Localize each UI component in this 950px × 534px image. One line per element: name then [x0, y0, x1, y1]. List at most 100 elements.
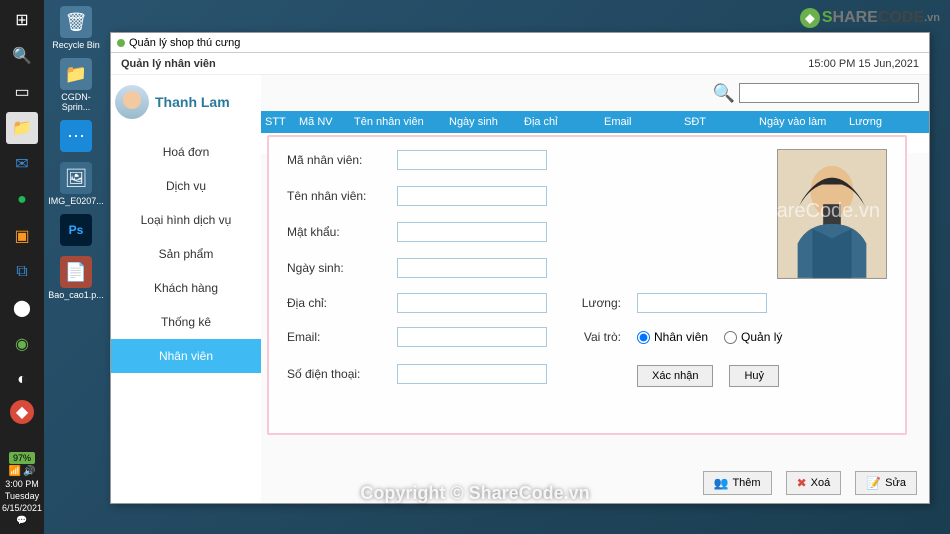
taskbar-sublime-icon[interactable]: ▣: [6, 220, 38, 252]
radio-quanly[interactable]: Quản lý: [724, 330, 782, 344]
desktop-icon-folder[interactable]: 📁CGDN-Sprin...: [48, 56, 104, 114]
delete-button[interactable]: ✖Xoá: [786, 471, 842, 495]
employee-form-dialog: Mã nhân viên: Tên nhân viên: Mật khẩu: N…: [267, 135, 907, 435]
app-icon: ⋯: [60, 120, 92, 152]
th-email: Email: [600, 116, 680, 128]
sidebar-item-khachhang[interactable]: Khách hàng: [111, 271, 261, 305]
desktop-icon-doc[interactable]: 📄 Bao_cao1.p...: [48, 254, 104, 302]
label-vaitro: Vai trò:: [584, 330, 627, 344]
taskbar-time[interactable]: 3:00 PM: [5, 479, 39, 489]
taskbar-app-icon[interactable]: ◉: [6, 328, 38, 360]
input-mk[interactable]: [397, 222, 547, 242]
label-dc: Địa chỉ:: [287, 296, 387, 310]
desktop-icon-app[interactable]: ⋯: [48, 118, 104, 156]
taskbar: ⊞ 🔍 ▭ 📁 ✉ ● ▣ ⧉ ⬤ ◉ ◐ ◆ 97% 📶🔊 3:00 PM T…: [0, 0, 44, 534]
volume-icon: 🔊: [23, 466, 35, 477]
search-input[interactable]: [739, 83, 919, 103]
add-button[interactable]: 👥Thêm: [703, 471, 772, 495]
taskbar-app-icon[interactable]: ◆: [10, 400, 34, 424]
action-buttons: 👥Thêm ✖Xoá 📝Sửa: [703, 471, 918, 495]
wifi-icon: 📶: [9, 466, 21, 477]
window-icon: [117, 39, 125, 47]
sidebar-item-thongke[interactable]: Thống kê: [111, 305, 261, 339]
search-icon[interactable]: 🔍: [713, 83, 735, 104]
user-name: Thanh Lam: [155, 94, 230, 110]
photoshop-icon: Ps: [60, 214, 92, 246]
taskbar-spotify-icon[interactable]: ●: [6, 184, 38, 216]
th-luong: Lương: [845, 116, 929, 128]
th-manv: Mã NV: [295, 116, 350, 128]
folder-icon: 📁: [60, 58, 92, 90]
desktop-icon-label: Recycle Bin: [52, 40, 100, 50]
main-panel: 🔍 STT Mã NV Tên nhân viên Ngày sinh Địa …: [261, 75, 929, 503]
app-window: Quản lý shop thú cưng Quản lý nhân viên …: [110, 32, 930, 504]
window-title: Quản lý shop thú cưng: [129, 37, 240, 49]
desktop-icon-label: IMG_E0207...: [48, 196, 104, 206]
desktop-icon-label: Bao_cao1.p...: [48, 290, 104, 300]
label-mk: Mật khẩu:: [287, 225, 387, 239]
input-luong[interactable]: [637, 293, 767, 313]
header-datetime: 15:00 PM 15 Jun,2021: [808, 58, 919, 70]
label-ten: Tên nhân viên:: [287, 189, 387, 203]
taskbar-date: 6/15/2021: [2, 503, 42, 513]
input-ten[interactable]: [397, 186, 547, 206]
table-header: STT Mã NV Tên nhân viên Ngày sinh Địa ch…: [261, 111, 929, 133]
input-ns[interactable]: [397, 258, 547, 278]
input-ma[interactable]: [397, 150, 547, 170]
th-stt: STT: [261, 116, 295, 128]
edit-icon: 📝: [866, 476, 881, 490]
taskbar-app-icon[interactable]: ⬤: [6, 292, 38, 324]
avatar-icon: [115, 85, 149, 119]
add-icon: 👥: [714, 476, 729, 490]
header-row: Quản lý nhân viên 15:00 PM 15 Jun,2021: [111, 53, 929, 75]
tray-icons[interactable]: 📶🔊: [9, 466, 36, 477]
desktop-icons: 🗑 Recycle Bin 📁CGDN-Sprin... ⋯ 🖼 IMG_E0207…: [48, 4, 104, 302]
taskbar-search-icon[interactable]: 🔍: [6, 40, 38, 72]
user-block: Thanh Lam: [111, 75, 261, 129]
image-icon: 🖼: [60, 162, 92, 194]
recycle-bin-icon: 🗑: [60, 6, 92, 38]
input-email[interactable]: [397, 327, 547, 347]
sidebar-item-hoadon[interactable]: Hoá đơn: [111, 135, 261, 169]
label-ns: Ngày sinh:: [287, 261, 387, 275]
sidebar-menu: Hoá đơn Dịch vụ Loại hình dịch vụ Sản ph…: [111, 135, 261, 373]
taskbar-vscode-icon[interactable]: ⧉: [6, 256, 38, 288]
th-diachi: Địa chỉ: [520, 116, 600, 128]
sidebar-item-nhanvien[interactable]: Nhân viên: [111, 339, 261, 373]
sidebar-item-loaihinh[interactable]: Loại hình dịch vụ: [111, 203, 261, 237]
employee-photo[interactable]: [777, 149, 887, 279]
desktop-icon-recycle[interactable]: 🗑 Recycle Bin: [48, 4, 104, 52]
cancel-button[interactable]: Huỷ: [729, 365, 779, 387]
sidebar-item-dichvu[interactable]: Dịch vụ: [111, 169, 261, 203]
sidebar-item-sanpham[interactable]: Sản phẩm: [111, 237, 261, 271]
start-button[interactable]: ⊞: [6, 4, 38, 36]
th-sdt: SĐT: [680, 116, 755, 128]
confirm-button[interactable]: Xác nhận: [637, 365, 713, 387]
label-ma: Mã nhân viên:: [287, 153, 387, 167]
taskbar-notifications-icon[interactable]: 💬: [16, 515, 27, 526]
delete-icon: ✖: [797, 476, 807, 490]
radio-nhanvien[interactable]: Nhân viên: [637, 330, 708, 344]
taskbar-day: Tuesday: [5, 491, 39, 501]
taskbar-taskview-icon[interactable]: ▭: [6, 76, 38, 108]
taskbar-mail-icon[interactable]: ✉: [6, 148, 38, 180]
taskbar-app-icon[interactable]: ◐: [6, 364, 38, 396]
th-ngayvaolam: Ngày vào làm: [755, 116, 845, 128]
edit-button[interactable]: 📝Sửa: [855, 471, 917, 495]
desktop-icon-ps[interactable]: Ps: [48, 212, 104, 250]
window-titlebar[interactable]: Quản lý shop thú cưng: [111, 33, 929, 53]
sharecode-logo: ◆ SHARECODE.vn: [800, 8, 940, 28]
taskbar-explorer-icon[interactable]: 📁: [6, 112, 38, 144]
logo-badge-icon: ◆: [800, 8, 820, 28]
sidebar: Thanh Lam Hoá đơn Dịch vụ Loại hình dịch…: [111, 75, 261, 503]
battery-indicator[interactable]: 97%: [9, 452, 35, 464]
input-dc[interactable]: [397, 293, 547, 313]
desktop-icon-image[interactable]: 🖼 IMG_E0207...: [48, 160, 104, 208]
label-sdt: Số điện thoại:: [287, 367, 387, 381]
th-ten: Tên nhân viên: [350, 116, 445, 128]
document-icon: 📄: [60, 256, 92, 288]
label-email: Email:: [287, 330, 387, 344]
input-sdt[interactable]: [397, 364, 547, 384]
th-ngaysinh: Ngày sinh: [445, 116, 520, 128]
page-title: Quản lý nhân viên: [121, 58, 216, 70]
